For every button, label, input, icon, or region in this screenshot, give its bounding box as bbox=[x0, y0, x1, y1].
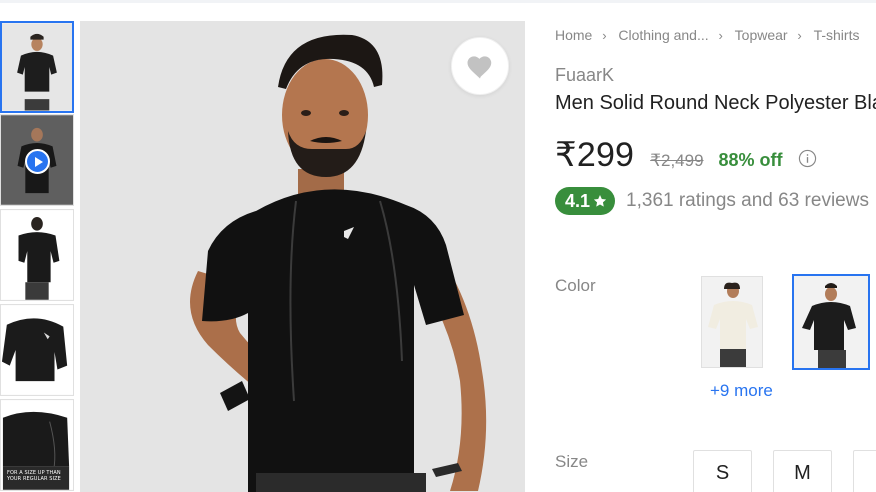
rating-value: 4.1 bbox=[565, 190, 591, 211]
original-price: ₹2,499 bbox=[650, 151, 704, 170]
info-icon[interactable] bbox=[798, 149, 817, 168]
discount-label: 88% off bbox=[718, 150, 783, 170]
thumbnail-front[interactable] bbox=[0, 21, 74, 113]
wishlist-button[interactable] bbox=[451, 37, 509, 95]
thumbnail-image bbox=[2, 23, 72, 111]
thumbnail-detail[interactable]: FOR A SIZE UP THAN YOUR REGULAR SIZE bbox=[0, 399, 74, 491]
size-option-s[interactable]: S bbox=[693, 450, 752, 492]
thumbnail-image bbox=[1, 305, 73, 395]
main-product-image[interactable] bbox=[80, 21, 525, 492]
product-details: Home › Clothing and... › Topwear › T-shi… bbox=[555, 0, 876, 492]
chevron-right-icon: › bbox=[602, 27, 607, 43]
chevron-right-icon: › bbox=[718, 27, 723, 43]
size-option-m[interactable]: M bbox=[773, 450, 832, 492]
thumbnail-video[interactable] bbox=[0, 114, 74, 206]
breadcrumb-home[interactable]: Home bbox=[555, 27, 592, 43]
more-colors-link[interactable]: +9 more bbox=[710, 381, 773, 401]
price-row: ₹299 ₹2,499 88% off bbox=[555, 135, 817, 175]
breadcrumb-tshirts[interactable]: T-shirts bbox=[814, 27, 860, 43]
star-icon bbox=[593, 195, 607, 207]
breadcrumb: Home › Clothing and... › Topwear › T-shi… bbox=[555, 27, 859, 43]
product-photo bbox=[80, 21, 525, 492]
thumbnail-caption: FOR A SIZE UP THAN YOUR REGULAR SIZE bbox=[7, 470, 61, 482]
size-option-l[interactable]: L bbox=[853, 450, 876, 492]
thumbnail-image bbox=[1, 210, 73, 300]
chevron-right-icon: › bbox=[797, 27, 802, 43]
size-label: Size bbox=[555, 452, 589, 471]
product-page: FOR A SIZE UP THAN YOUR REGULAR SIZE Hom… bbox=[0, 0, 876, 492]
rating-badge[interactable]: 4.1 bbox=[555, 187, 616, 215]
selling-price: ₹299 bbox=[555, 136, 635, 174]
play-icon bbox=[25, 149, 50, 174]
rating-row: 4.1 1,361 ratings and 63 reviews bbox=[555, 187, 869, 215]
color-swatch-white[interactable] bbox=[701, 276, 763, 368]
thumbnail-back[interactable] bbox=[0, 209, 74, 301]
product-title: Men Solid Round Neck Polyester Black T-S… bbox=[555, 92, 876, 114]
color-swatch-black[interactable] bbox=[792, 274, 870, 370]
swatch-image bbox=[702, 277, 762, 367]
color-label: Color bbox=[555, 276, 596, 295]
ratings-summary[interactable]: 1,361 ratings and 63 reviews bbox=[626, 190, 869, 212]
breadcrumb-topwear[interactable]: Topwear bbox=[735, 27, 788, 43]
thumbnail-side[interactable] bbox=[0, 304, 74, 396]
breadcrumb-clothing[interactable]: Clothing and... bbox=[618, 27, 708, 43]
brand-name[interactable]: FuaarK bbox=[555, 65, 614, 86]
heart-icon bbox=[467, 56, 492, 79]
swatch-image bbox=[794, 276, 868, 368]
